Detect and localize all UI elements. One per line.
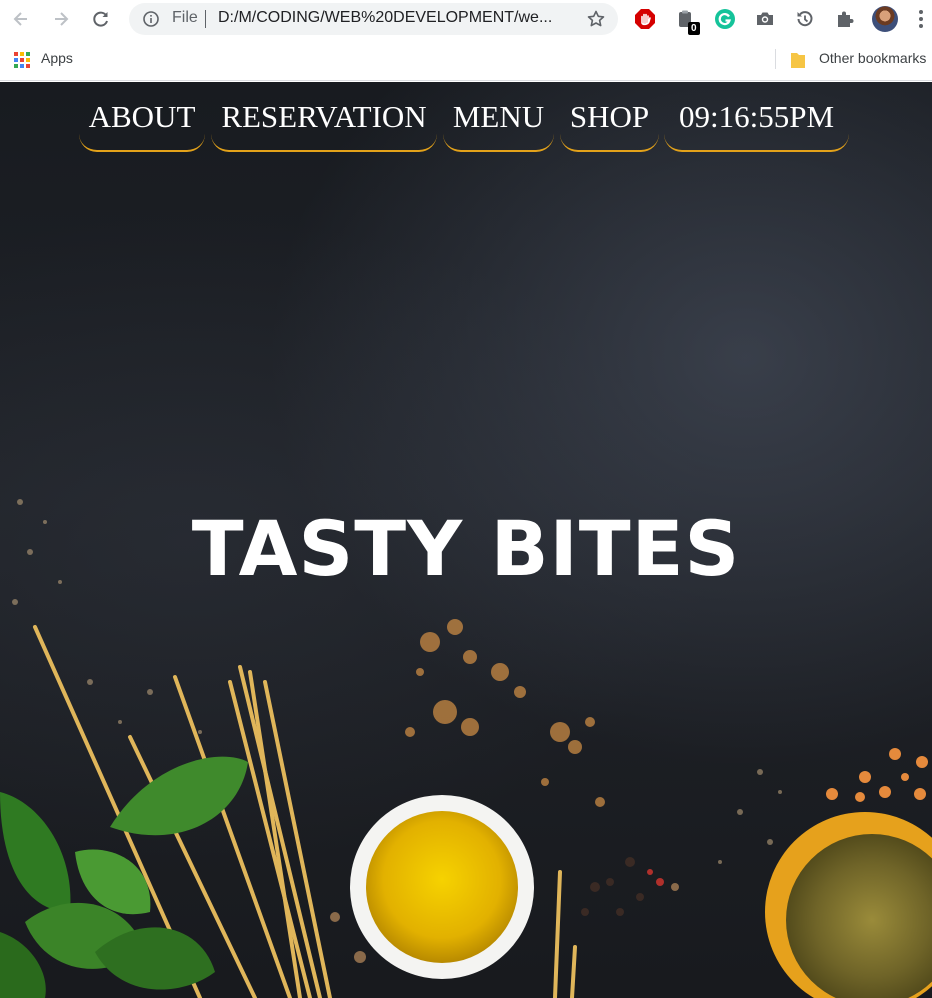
back-button[interactable] xyxy=(10,8,32,30)
apps-link[interactable]: Apps xyxy=(41,50,73,66)
extension-badge: 0 xyxy=(688,22,700,35)
extensions-button[interactable] xyxy=(833,7,857,31)
apps-icon[interactable] xyxy=(14,52,30,68)
url-separator xyxy=(205,10,206,28)
puzzle-icon xyxy=(838,11,854,27)
nav-reservation[interactable]: RESERVATION xyxy=(211,82,437,152)
browser-toolbar: File D:/M/CODING/WEB%20DEVELOPMENT/we...… xyxy=(0,0,932,38)
star-icon[interactable] xyxy=(586,9,606,29)
reload-button[interactable] xyxy=(90,8,112,30)
avatar[interactable] xyxy=(872,6,898,32)
camera-icon xyxy=(757,12,773,25)
adblock-icon xyxy=(635,9,655,29)
history-icon xyxy=(797,11,813,27)
back-icon xyxy=(13,12,27,26)
hero-section: ABOUT RESERVATION MENU SHOP 09:16:55PM T… xyxy=(0,82,932,998)
nav-menu[interactable]: MENU xyxy=(443,82,554,152)
history-extension[interactable] xyxy=(793,7,817,31)
site-nav: ABOUT RESERVATION MENU SHOP 09:16:55PM xyxy=(0,82,932,162)
reload-icon xyxy=(93,11,108,27)
other-bookmarks-link[interactable]: Other bookmarks xyxy=(819,50,926,66)
grammarly-extension[interactable] xyxy=(713,7,737,31)
address-bar[interactable]: File D:/M/CODING/WEB%20DEVELOPMENT/we... xyxy=(129,3,618,35)
folder-icon[interactable] xyxy=(790,50,806,70)
hero-title: TASTY BITES xyxy=(191,504,741,593)
nav-about[interactable]: ABOUT xyxy=(79,82,205,152)
nav-shop[interactable]: SHOP xyxy=(560,82,659,152)
bookmarks-divider xyxy=(775,49,776,69)
url-text[interactable]: D:/M/CODING/WEB%20DEVELOPMENT/we... xyxy=(218,9,552,27)
grammarly-icon xyxy=(715,9,735,29)
nav-clock: 09:16:55PM xyxy=(664,82,849,152)
url-scheme-label: File xyxy=(172,9,198,26)
screenshot-extension[interactable] xyxy=(753,7,777,31)
forward-button[interactable] xyxy=(50,8,72,30)
bookmarks-bar: Apps Other bookmarks xyxy=(0,38,932,81)
menu-icon[interactable] xyxy=(918,9,924,29)
adblock-extension[interactable] xyxy=(633,7,657,31)
info-icon[interactable] xyxy=(143,11,159,27)
forward-icon xyxy=(55,12,69,26)
